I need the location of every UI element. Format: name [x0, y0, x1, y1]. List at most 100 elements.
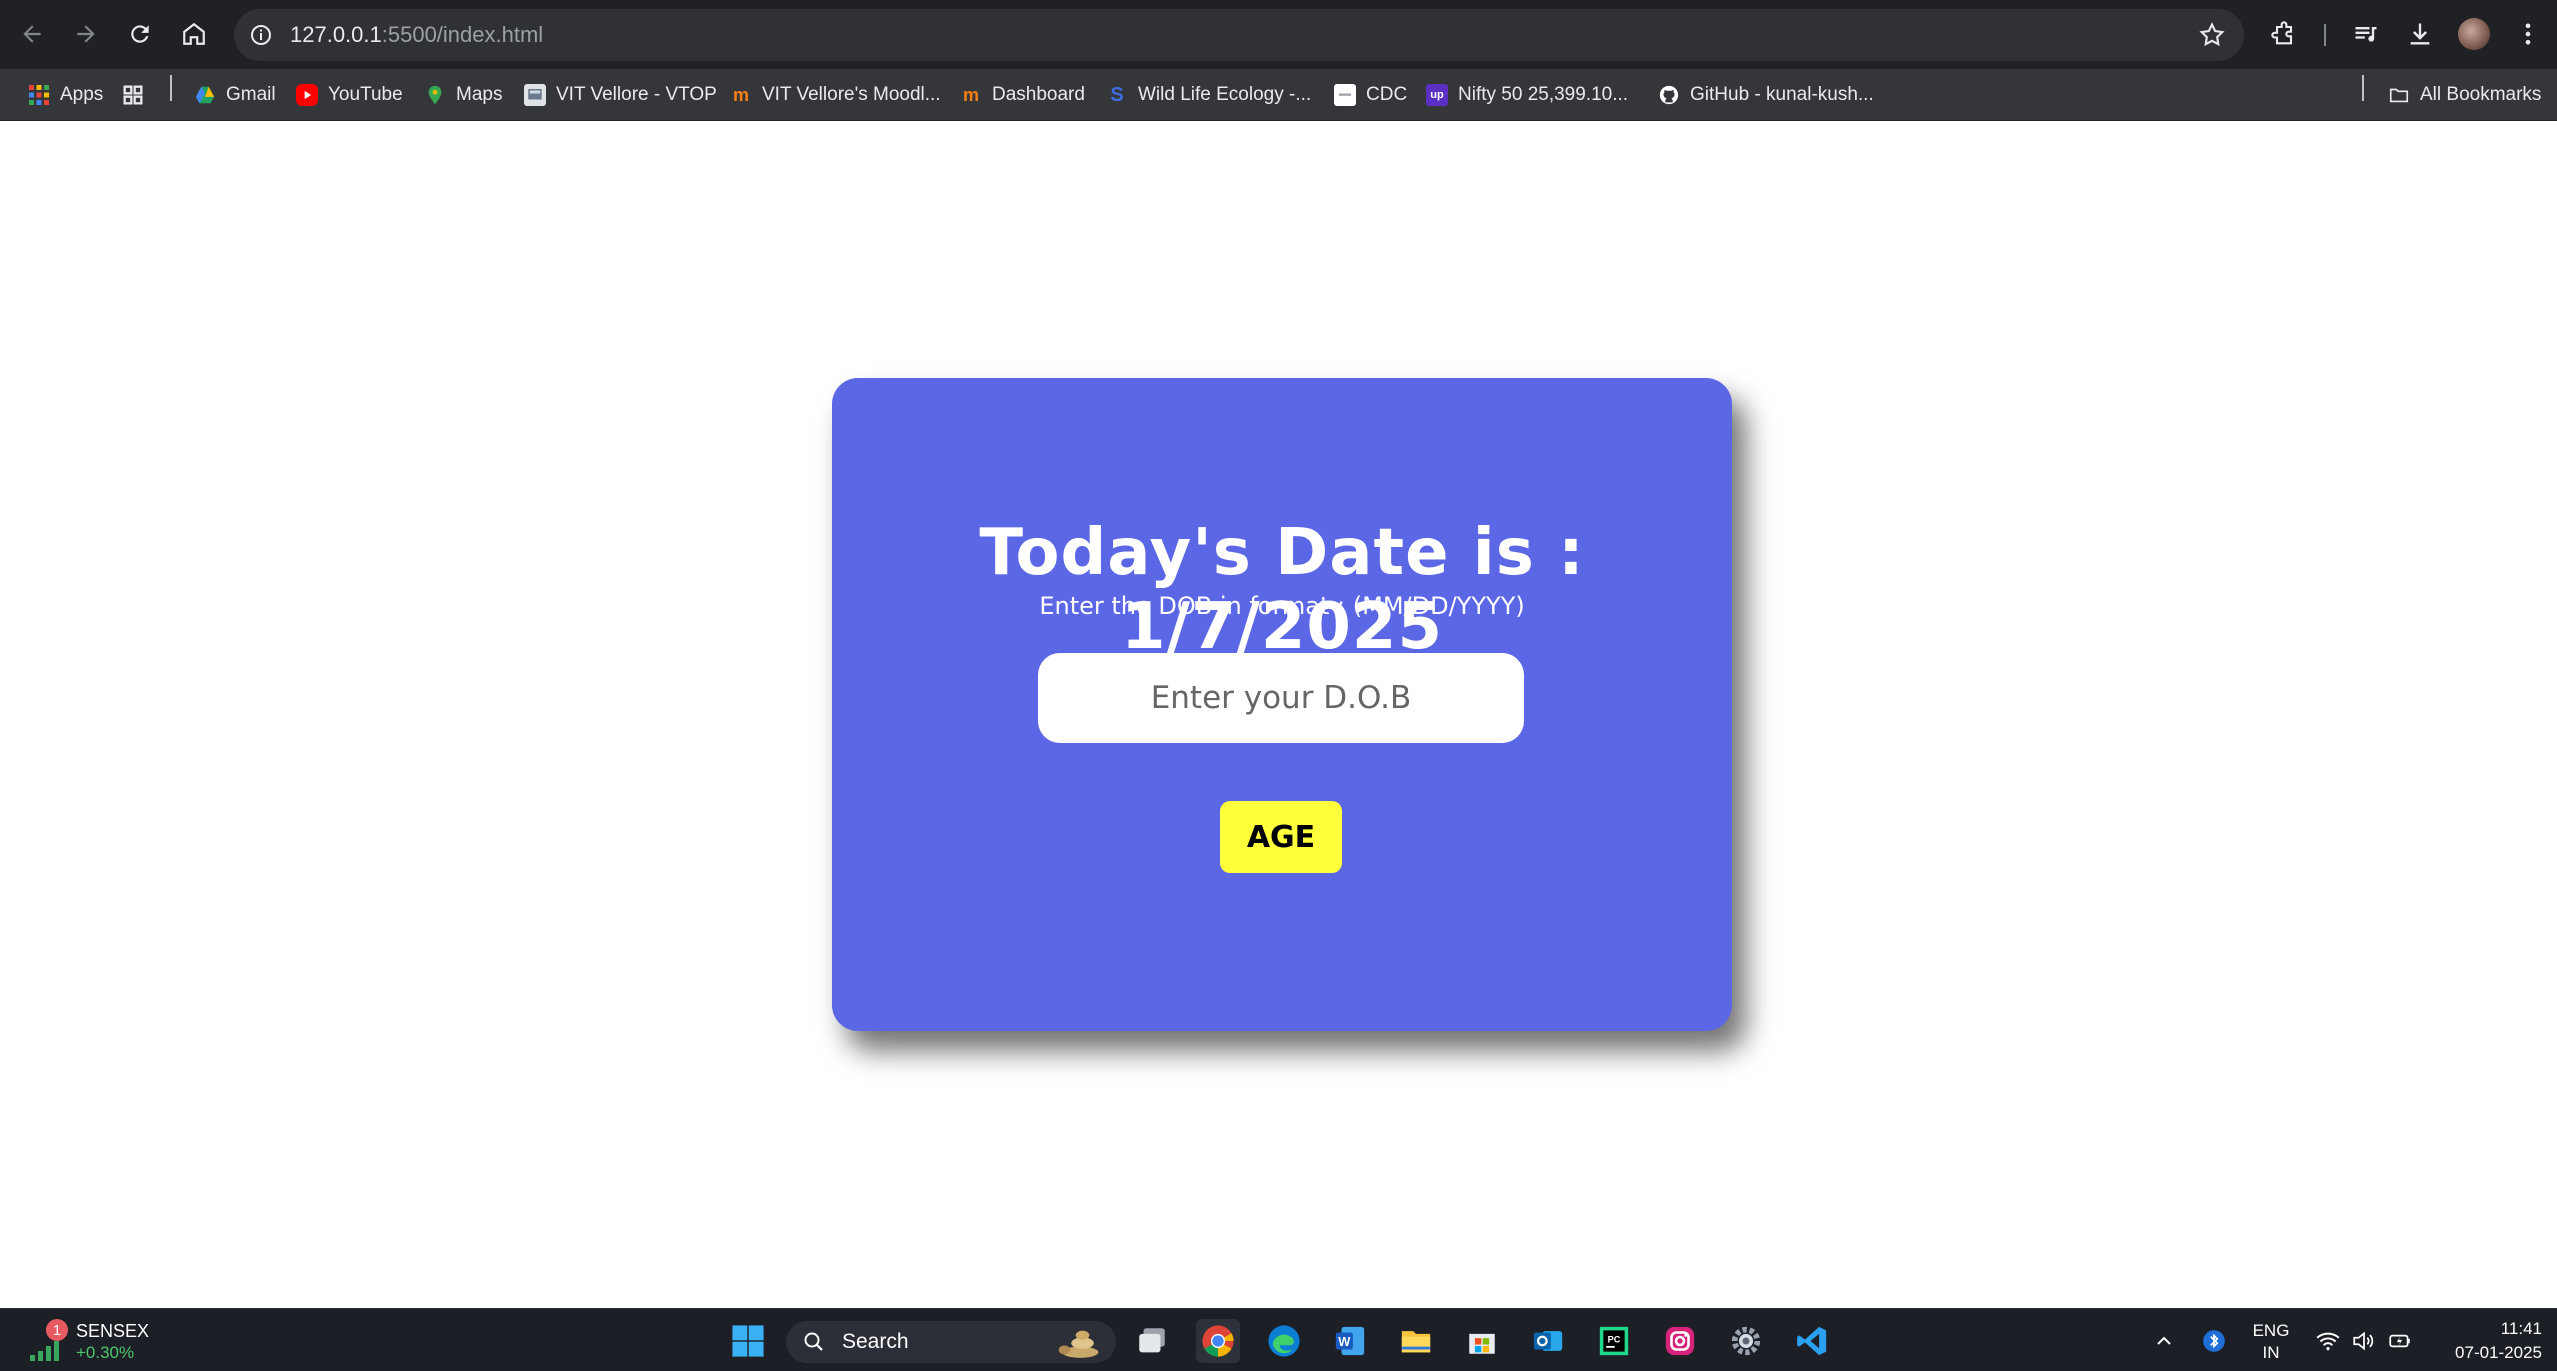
- task-view-button[interactable]: [1130, 1319, 1174, 1363]
- github-icon: [1658, 84, 1680, 106]
- kebab-menu-icon: [2525, 23, 2531, 45]
- chevron-up-icon: [2157, 1336, 2171, 1345]
- outlook-icon: [1533, 1331, 1563, 1351]
- site-info-icon[interactable]: [248, 22, 274, 48]
- swayam-icon: S: [1110, 83, 1124, 106]
- edge-taskbar-button[interactable]: [1262, 1319, 1306, 1363]
- gear-icon: [1731, 1326, 1761, 1356]
- upstox-icon: up: [1426, 84, 1448, 106]
- bookmark-apps[interactable]: Apps: [28, 79, 103, 111]
- bookmark-label: Maps: [456, 84, 503, 105]
- bookmark-maps[interactable]: Maps: [424, 79, 502, 111]
- bookmark-label: Dashboard: [992, 84, 1085, 105]
- folder-icon: [1401, 1331, 1431, 1353]
- file-explorer-taskbar-button[interactable]: [1394, 1319, 1438, 1363]
- outlook-taskbar-button[interactable]: [1526, 1319, 1570, 1363]
- edge-icon: [1268, 1325, 1300, 1357]
- windows-logo-icon: [732, 1325, 764, 1357]
- bookmarks-bar: Apps Gmail YouTube Maps VIT Vellore - VT…: [0, 69, 2557, 121]
- url-path: :5500/index.html: [381, 22, 544, 47]
- store-taskbar-button[interactable]: [1460, 1319, 1504, 1363]
- bookmark-label: Nifty 50 25,399.10...: [1458, 84, 1629, 105]
- bookmark-label: CDC: [1366, 84, 1408, 105]
- instagram-icon: [1665, 1326, 1695, 1356]
- today-date-heading: Today's Date is : 1/7/2025: [979, 516, 1585, 664]
- bookmark-moodle[interactable]: m VIT Vellore's Moodl...: [730, 79, 941, 111]
- stock-chart-icon: [30, 1341, 59, 1361]
- vscode-taskbar-button[interactable]: [1790, 1319, 1834, 1363]
- bookmark-github[interactable]: GitHub - kunal-kush...: [1658, 79, 1874, 111]
- moodle-icon: m: [732, 84, 749, 105]
- stones-illustration-icon: [1058, 1330, 1099, 1358]
- bookmark-youtube[interactable]: YouTube: [296, 79, 403, 111]
- bookmark-nifty[interactable]: up Nifty 50 25,399.10...: [1426, 79, 1628, 111]
- word-icon: W: [1335, 1326, 1365, 1356]
- tab-groups-button[interactable]: [122, 79, 144, 111]
- bookmark-label: Apps: [60, 84, 104, 105]
- chrome-icon: [1202, 1325, 1234, 1357]
- downloads-button[interactable]: [2400, 14, 2440, 54]
- stock-name: SENSEX: [76, 1321, 150, 1341]
- chrome-taskbar-button[interactable]: [1196, 1319, 1240, 1363]
- chrome-menu-button[interactable]: [2508, 14, 2548, 54]
- age-button[interactable]: AGE: [1220, 801, 1342, 873]
- stock-widget[interactable]: 1 SENSEX +0.30%: [26, 1319, 156, 1365]
- bookmark-gmail[interactable]: Gmail: [194, 79, 276, 111]
- microsoft-store-icon: [1469, 1333, 1495, 1354]
- bookmark-star-icon[interactable]: [2198, 21, 2226, 49]
- page-viewport: Today's Date is : 1/7/2025 Enter the DOB…: [0, 122, 2557, 1308]
- home-icon: [183, 22, 205, 45]
- volume-tray-button[interactable]: [2346, 1319, 2382, 1363]
- puzzle-icon: [2271, 21, 2293, 45]
- folder-icon: [2388, 84, 2410, 106]
- show-hidden-icons-button[interactable]: [2146, 1319, 2182, 1363]
- battery-tray-button[interactable]: [2382, 1319, 2418, 1363]
- address-bar[interactable]: 127.0.0.1:5500/index.html: [234, 9, 2244, 61]
- bookmark-wildlife[interactable]: S Wild Life Ecology -...: [1106, 79, 1311, 111]
- forward-button[interactable]: [66, 14, 106, 54]
- language-indicator[interactable]: ENG IN: [2248, 1321, 2294, 1365]
- start-button[interactable]: [726, 1319, 770, 1363]
- arrow-right-icon: [77, 25, 95, 43]
- playlist-icon: [2355, 27, 2377, 42]
- pycharm-icon: PC: [1599, 1326, 1629, 1356]
- reload-icon: [131, 25, 149, 43]
- svg-text:PC: PC: [1608, 1334, 1621, 1344]
- wifi-tray-button[interactable]: [2310, 1319, 2346, 1363]
- vscode-icon: [1797, 1326, 1827, 1356]
- extensions-button[interactable]: [2264, 14, 2304, 54]
- google-drive-icon: [194, 84, 216, 106]
- home-button[interactable]: [174, 14, 214, 54]
- bookmark-dashboard[interactable]: m Dashboard: [960, 79, 1085, 111]
- bluetooth-tray-button[interactable]: [2196, 1319, 2232, 1363]
- word-taskbar-button[interactable]: W: [1328, 1319, 1372, 1363]
- clock[interactable]: 11:41 07-01-2025: [2432, 1319, 2542, 1365]
- bookmarks-divider: [170, 75, 172, 101]
- instagram-taskbar-button[interactable]: [1658, 1319, 1702, 1363]
- language-code: ENG: [2252, 1321, 2290, 1340]
- taskbar-search[interactable]: Search: [786, 1321, 1116, 1363]
- bookmark-label: Wild Life Ecology -...: [1138, 84, 1312, 105]
- wifi-icon: [2316, 1332, 2340, 1351]
- back-button[interactable]: [12, 14, 52, 54]
- pycharm-taskbar-button[interactable]: PC: [1592, 1319, 1636, 1363]
- task-view-icon: [1139, 1328, 1165, 1353]
- bookmarks-divider: [2362, 75, 2364, 101]
- apps-grid-icon: [28, 84, 50, 106]
- all-bookmarks-button[interactable]: All Bookmarks: [2388, 79, 2541, 111]
- settings-taskbar-button[interactable]: [1724, 1319, 1768, 1363]
- url-text[interactable]: 127.0.0.1:5500/index.html: [290, 22, 543, 48]
- arrow-left-icon: [23, 25, 41, 43]
- toolbar-divider: [2324, 24, 2326, 46]
- dob-input[interactable]: [1038, 653, 1524, 743]
- bookmark-label: YouTube: [328, 84, 403, 105]
- media-controls-button[interactable]: [2346, 14, 2386, 54]
- battery-charging-icon: [2389, 1334, 2410, 1348]
- profile-avatar[interactable]: [2458, 18, 2490, 50]
- bookmark-vtop[interactable]: VIT Vellore - VTOP: [524, 79, 717, 111]
- reload-button[interactable]: [120, 14, 160, 54]
- tab-grid-icon: [122, 84, 144, 106]
- clock-time: 11:41: [2500, 1319, 2542, 1338]
- taskbar: 1 SENSEX +0.30% Search W PC ENG IN 11:41…: [0, 1308, 2557, 1371]
- bookmark-cdc[interactable]: CDC: [1334, 79, 1407, 111]
